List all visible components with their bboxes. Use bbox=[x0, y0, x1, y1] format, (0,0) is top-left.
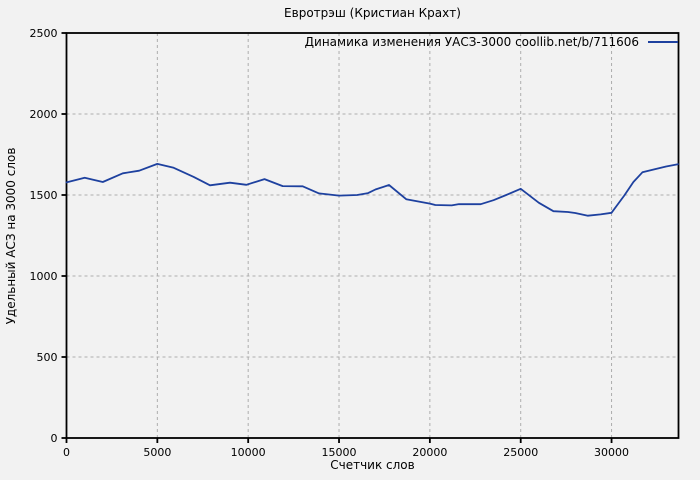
legend-line-sample bbox=[648, 40, 678, 43]
y-tick-label: 1000 bbox=[30, 270, 58, 283]
data-series-line bbox=[65, 162, 679, 217]
plot-border bbox=[65, 32, 680, 439]
y-tick-label: 500 bbox=[37, 351, 58, 364]
chart-canvas: Евротрэш (Кристиан Крахт) 0 5000 10000 1500… bbox=[0, 0, 700, 480]
y-tick-label: 2500 bbox=[30, 27, 58, 40]
legend-label: Динамика изменения УАСЗ-3000 coollib.net… bbox=[304, 34, 639, 49]
y-tick-label: 2000 bbox=[30, 108, 58, 121]
x-axis-label: Счетчик слов bbox=[330, 458, 415, 472]
y-axis-label: Удельный АСЗ на 3000 слов bbox=[4, 147, 18, 325]
plot-area: 0 5000 10000 15000 20000 25000 300000500100015… bbox=[30, 27, 680, 459]
legend: Динамика изменения УАСЗ-3000 coollib.net… bbox=[305, 34, 678, 49]
y-tick-label: 0 bbox=[51, 432, 58, 445]
y-tick-label: 1500 bbox=[30, 189, 58, 202]
